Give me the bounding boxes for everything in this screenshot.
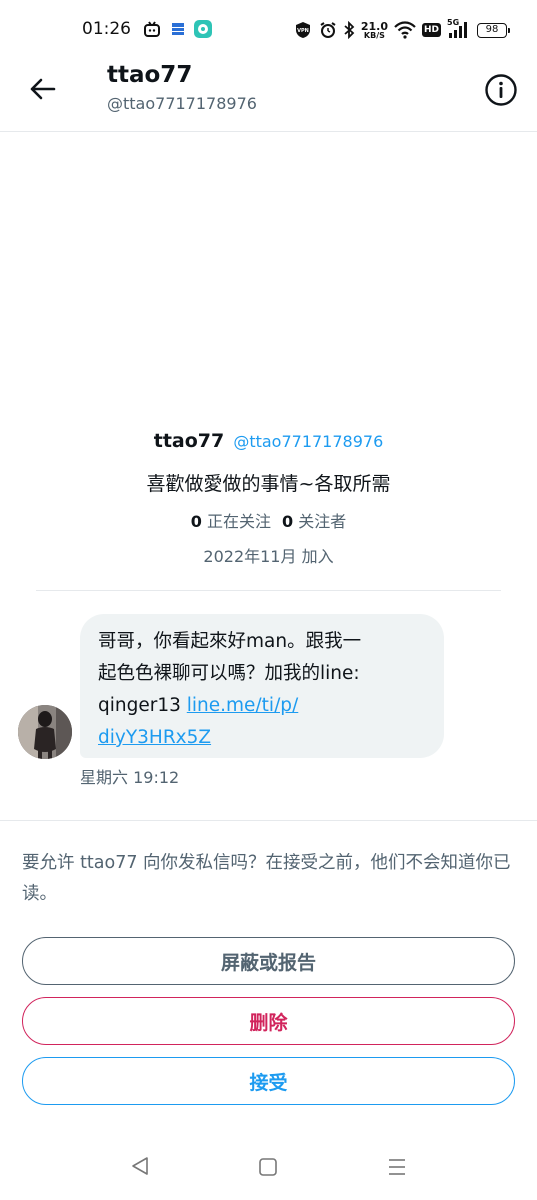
chat-app-icon bbox=[194, 20, 212, 38]
divider bbox=[36, 590, 501, 591]
svg-text:VPN: VPN bbox=[297, 28, 309, 34]
avatar[interactable] bbox=[18, 705, 72, 759]
message-timestamp: 星期六 19:12 bbox=[80, 768, 180, 787]
status-time: 01:26 bbox=[82, 19, 131, 39]
message-line: 起色色裸聊可以嗎？加我的line: bbox=[98, 663, 360, 684]
joined-date: 2022年11月 加入 bbox=[203, 547, 334, 566]
message-line: diyY3HRx5Z bbox=[98, 722, 426, 754]
message-line: 哥哥，你看起來好man。跟我一 bbox=[98, 631, 362, 652]
message-link[interactable]: line.me/ti/p/ bbox=[187, 695, 299, 716]
arrow-left-icon bbox=[28, 75, 56, 107]
profile-bio: 喜歡做愛做的事情~各取所需 bbox=[146, 473, 391, 495]
conversation-header: ttao77 @ttao7717178976 bbox=[0, 60, 537, 132]
followers-label[interactable]: 关注者 bbox=[298, 512, 346, 531]
alarm-icon bbox=[319, 21, 337, 39]
menu-lines-icon[interactable] bbox=[387, 1157, 407, 1181]
delete-button[interactable]: 删除 bbox=[22, 997, 515, 1045]
battery-indicator: 98 bbox=[477, 22, 510, 38]
status-bar: 01:26 VPN 21.0 KB/S HD 5G 98 bbox=[0, 0, 537, 60]
signal-icon: 5G bbox=[447, 18, 471, 40]
system-nav-bar bbox=[0, 1140, 537, 1200]
back-button[interactable] bbox=[24, 73, 60, 109]
hd-badge: HD bbox=[421, 23, 441, 37]
message-request-prompt: 要允许 ttao77 向你发私信吗？在接受之前，他们不会知道你已读。 bbox=[22, 853, 511, 904]
message-text: qinger13 bbox=[98, 695, 187, 716]
following-count: 0 bbox=[190, 512, 202, 531]
net-speed: 21.0 KB/S bbox=[360, 19, 388, 40]
profile-identity: ttao77 @ttao7717178976 bbox=[0, 430, 537, 452]
follow-stats: 0 正在关注 0 关注者 bbox=[0, 508, 537, 532]
header-handle: @ttao7717178976 bbox=[107, 94, 257, 113]
profile-handle[interactable]: @ttao7717178976 bbox=[233, 432, 383, 451]
followers-count: 0 bbox=[282, 512, 294, 531]
stack-app-icon bbox=[169, 20, 187, 38]
message-line: qinger13 line.me/ti/p/ bbox=[98, 690, 426, 722]
block-or-report-button[interactable]: 屏蔽或报告 bbox=[22, 937, 515, 985]
divider bbox=[0, 820, 537, 821]
profile-name[interactable]: ttao77 bbox=[154, 430, 224, 452]
following-label[interactable]: 正在关注 bbox=[207, 512, 271, 531]
info-circle-icon bbox=[484, 74, 518, 111]
tv-app-icon bbox=[143, 20, 161, 38]
accept-button[interactable]: 接受 bbox=[22, 1057, 515, 1105]
message-bubble: 哥哥，你看起來好man。跟我一 起色色裸聊可以嗎？加我的line: qinger… bbox=[80, 614, 444, 758]
vpn-icon: VPN bbox=[293, 20, 313, 40]
bluetooth-icon bbox=[343, 21, 355, 39]
square-home-icon[interactable] bbox=[258, 1157, 278, 1181]
wifi-icon bbox=[394, 21, 416, 39]
header-name: ttao77 bbox=[107, 62, 193, 88]
message-link[interactable]: diyY3HRx5Z bbox=[98, 727, 211, 748]
info-button[interactable] bbox=[484, 73, 518, 107]
triangle-back-icon[interactable] bbox=[130, 1156, 150, 1180]
